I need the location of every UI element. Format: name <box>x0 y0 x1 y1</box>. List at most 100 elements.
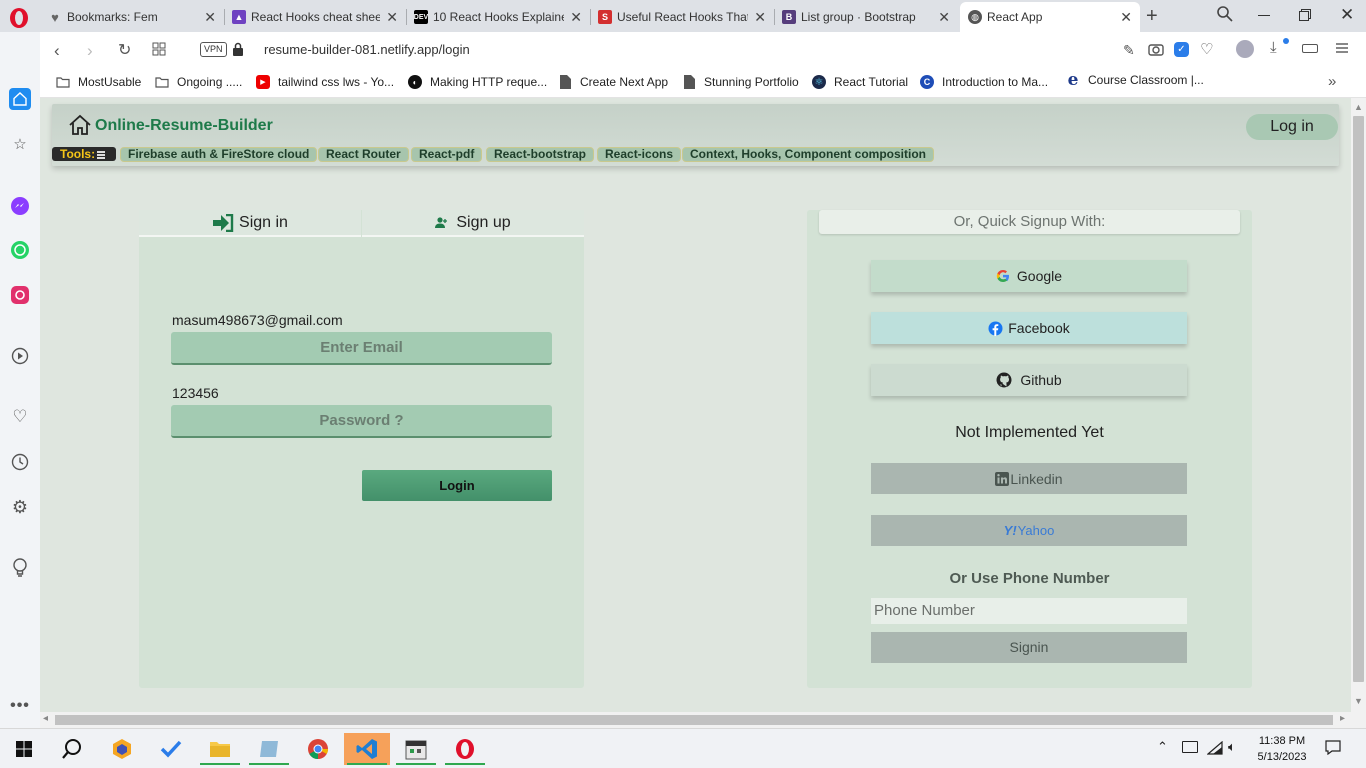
brand-title[interactable]: Online-Resume-Builder <box>95 117 273 135</box>
favorites-heart-icon[interactable]: ♡ <box>9 406 31 428</box>
login-button[interactable]: Login <box>362 470 552 501</box>
chrome-icon[interactable] <box>295 733 341 765</box>
close-tab-icon[interactable]: ✕ <box>754 9 766 26</box>
edit-icon[interactable]: ✎ <box>1123 42 1135 59</box>
reload-icon[interactable]: ↻ <box>118 40 131 60</box>
heart-outline-icon[interactable]: ♡ <box>1200 40 1213 58</box>
player-icon[interactable] <box>9 345 31 367</box>
home-icon[interactable] <box>68 114 92 136</box>
vpn-badge[interactable]: VPN <box>200 42 227 57</box>
github-button[interactable]: Github <box>871 364 1187 396</box>
speed-dial-icon[interactable]: ☆ <box>9 133 31 155</box>
yahoo-button[interactable]: Y! Yahoo <box>871 515 1187 546</box>
download-icon[interactable]: ⤓ <box>1270 39 1277 56</box>
battery-tray-icon[interactable] <box>1182 741 1198 753</box>
search-tabs-icon[interactable] <box>1216 5 1234 23</box>
avatar-icon[interactable] <box>1236 40 1254 58</box>
scroll-left-icon[interactable]: ◂ <box>43 713 48 724</box>
close-tab-icon[interactable]: ✕ <box>570 9 582 26</box>
bookmark-making-http[interactable]: ◐ Making HTTP reque... <box>408 75 547 89</box>
lightbulb-icon[interactable] <box>9 557 31 579</box>
vscode-icon[interactable] <box>344 733 390 765</box>
linkedin-button[interactable]: Linkedin <box>871 463 1187 494</box>
back-icon[interactable]: ‹ <box>54 41 60 61</box>
phone-signin-button[interactable]: Signin <box>871 632 1187 663</box>
menu-icon[interactable] <box>1335 41 1349 55</box>
show-hidden-icons-icon[interactable]: ⌃ <box>1157 739 1168 755</box>
e-icon: e <box>1067 70 1079 90</box>
tab-grid-icon[interactable] <box>152 42 166 56</box>
todo-check-icon[interactable] <box>148 733 194 765</box>
tab-signin[interactable]: Sign in <box>139 210 361 237</box>
instagram-icon[interactable] <box>9 284 31 306</box>
file-explorer-icon[interactable] <box>197 733 243 765</box>
volume-icon[interactable]: 🔈︎ <box>1228 739 1236 755</box>
close-tab-icon[interactable]: ✕ <box>938 9 950 26</box>
google-button[interactable]: Google <box>871 260 1187 292</box>
wifi-icon[interactable] <box>1206 740 1223 755</box>
whatsapp-icon[interactable] <box>9 239 31 261</box>
shield-icon[interactable]: ✓ <box>1174 42 1189 57</box>
opera-logo-icon[interactable] <box>8 7 30 29</box>
camera-icon[interactable] <box>1148 42 1164 56</box>
google-icon <box>996 269 1010 283</box>
youtube-icon: ▶ <box>256 75 270 89</box>
bookmark-introduction[interactable]: C Introduction to Ma... <box>920 75 1048 89</box>
notifications-icon[interactable] <box>1325 740 1341 756</box>
restore-icon[interactable] <box>1299 9 1311 21</box>
close-window-icon[interactable]: ✕ <box>1340 5 1354 25</box>
folder-icon <box>155 75 169 89</box>
scroll-up-icon[interactable]: ▲ <box>1354 102 1363 112</box>
horizontal-scroll-thumb[interactable] <box>55 715 1333 725</box>
scroll-right-icon[interactable]: ▸ <box>1340 713 1345 724</box>
search-icon[interactable] <box>49 733 95 765</box>
bookmark-mostusable[interactable]: MostUsable <box>56 75 141 89</box>
battery-icon[interactable] <box>1302 44 1318 53</box>
phone-number-input[interactable]: Phone Number <box>871 598 1187 624</box>
messenger-icon[interactable] <box>9 195 31 217</box>
email-field[interactable]: Enter Email <box>171 332 552 365</box>
tab-10-react-hooks[interactable]: DEV 10 React Hooks Explained ✕ <box>406 2 590 32</box>
bookmark-create-next-app[interactable]: Create Next App <box>558 75 668 89</box>
history-clock-icon[interactable] <box>9 451 31 473</box>
forward-icon[interactable]: › <box>87 41 93 61</box>
app-hexagon-icon[interactable] <box>99 733 145 765</box>
url-text[interactable]: resume-builder-081.netlify.app/login <box>264 42 470 57</box>
opera-taskbar-icon[interactable] <box>442 733 488 765</box>
folder-icon <box>56 75 70 89</box>
horizontal-scrollbar[interactable]: ◂ ▸ <box>40 712 1366 728</box>
home-icon[interactable] <box>9 88 31 110</box>
close-tab-icon[interactable]: ✕ <box>386 9 398 26</box>
vertical-scroll-thumb[interactable] <box>1353 116 1364 682</box>
minimize-icon[interactable] <box>1258 15 1270 16</box>
bookmark-ongoing[interactable]: Ongoing ..... <box>155 75 242 89</box>
tab-list-group-bootstrap[interactable]: B List group · Bootstrap ✕ <box>774 2 958 32</box>
header-login-button[interactable]: Log in <box>1246 114 1338 140</box>
more-bookmarks-icon[interactable]: » <box>1328 73 1336 90</box>
close-tab-icon[interactable]: ✕ <box>204 9 216 26</box>
new-tab-icon[interactable]: + <box>1146 5 1158 28</box>
bookmark-course-classroom[interactable]: e Course Classroom |... <box>1066 70 1204 90</box>
scroll-down-icon[interactable]: ▼ <box>1354 696 1363 706</box>
clock[interactable]: 11:38 PM 5/13/2023 <box>1250 733 1314 765</box>
tab-bookmarks[interactable]: ♥ Bookmarks: Fem ✕ <box>40 2 224 32</box>
tab-react-app[interactable]: ◍ React App ✕ <box>960 2 1140 32</box>
windows-start-icon[interactable] <box>1 733 47 765</box>
settings-gear-icon[interactable]: ⚙ <box>9 496 31 518</box>
close-tab-icon[interactable]: ✕ <box>1120 9 1132 26</box>
password-field[interactable]: Password ? <box>171 405 552 438</box>
tools-badge: Tools: <box>52 147 116 161</box>
site-logo-icon: ▲ <box>232 10 246 24</box>
calendar-app-icon[interactable] <box>393 733 439 765</box>
bookmark-stunning-portfolio[interactable]: Stunning Portfolio <box>682 75 799 89</box>
tab-signup[interactable]: Sign up <box>362 210 584 237</box>
more-icon[interactable]: ••• <box>9 695 31 717</box>
tab-react-hooks-cheat-sheet[interactable]: ▲ React Hooks cheat sheet ✕ <box>224 2 406 32</box>
bookmark-react-tutorial[interactable]: ⚛ React Tutorial <box>812 75 908 89</box>
notes-app-icon[interactable] <box>246 733 292 765</box>
facebook-button[interactable]: Facebook <box>871 312 1187 344</box>
vertical-scrollbar[interactable]: ▲ ▼ <box>1351 98 1366 712</box>
lock-icon[interactable] <box>233 42 243 56</box>
bookmark-tailwind[interactable]: ▶ tailwind css lws - Yo... <box>256 75 394 89</box>
tab-useful-react-hooks[interactable]: S Useful React Hooks That ✕ <box>590 2 774 32</box>
